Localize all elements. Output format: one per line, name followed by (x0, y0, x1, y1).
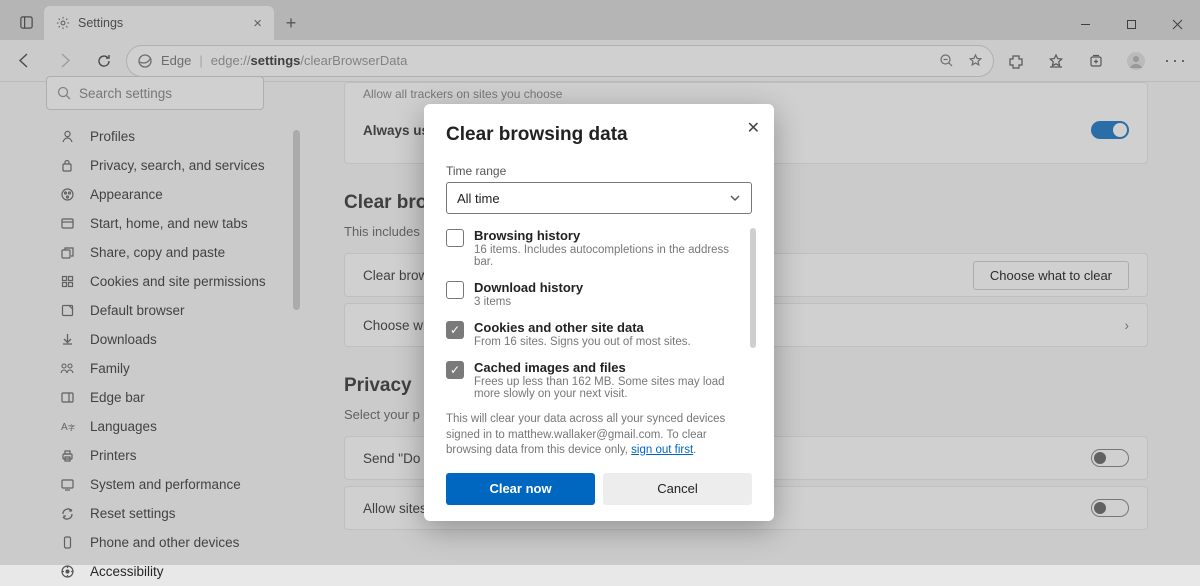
clear-data-option[interactable]: ✓ Cookies and other site dataFrom 16 site… (446, 320, 742, 348)
time-range-select[interactable]: All time (446, 182, 752, 214)
dialog-title: Clear browsing data (446, 124, 752, 146)
option-sub: 3 items (474, 296, 583, 308)
sidebar-item-icon (58, 564, 76, 579)
option-title: Browsing history (474, 228, 742, 243)
option-sub: From 16 sites. Signs you out of most sit… (474, 336, 691, 348)
cancel-button[interactable]: Cancel (603, 473, 752, 505)
dialog-close-button[interactable]: ✕ (747, 118, 760, 138)
option-title: Cached images and files (474, 360, 742, 375)
clear-data-option[interactable]: Browsing history16 items. Includes autoc… (446, 228, 742, 268)
checkbox[interactable]: ✓ (446, 361, 464, 379)
option-title: Cookies and other site data (474, 320, 691, 335)
clear-now-button[interactable]: Clear now (446, 473, 595, 505)
option-title: Download history (474, 280, 583, 295)
clear-data-option[interactable]: Download history3 items (446, 280, 742, 308)
clear-browsing-data-dialog: ✕ Clear browsing data Time range All tim… (424, 104, 774, 521)
sidebar-item-label: Accessibility (90, 564, 164, 579)
checkbox[interactable]: ✓ (446, 321, 464, 339)
clear-data-option[interactable]: ✓ Cached images and filesFrees up less th… (446, 360, 742, 400)
chevron-down-icon (729, 192, 741, 204)
checkbox[interactable] (446, 229, 464, 247)
time-range-label: Time range (446, 164, 752, 178)
sign-out-link[interactable]: sign out first (631, 444, 693, 456)
sync-note: This will clear your data across all you… (446, 412, 752, 459)
checkbox[interactable] (446, 281, 464, 299)
dialog-list-scrollbar[interactable] (750, 228, 756, 348)
option-sub: Frees up less than 162 MB. Some sites ma… (474, 376, 742, 400)
option-sub: 16 items. Includes autocompletions in th… (474, 244, 742, 268)
